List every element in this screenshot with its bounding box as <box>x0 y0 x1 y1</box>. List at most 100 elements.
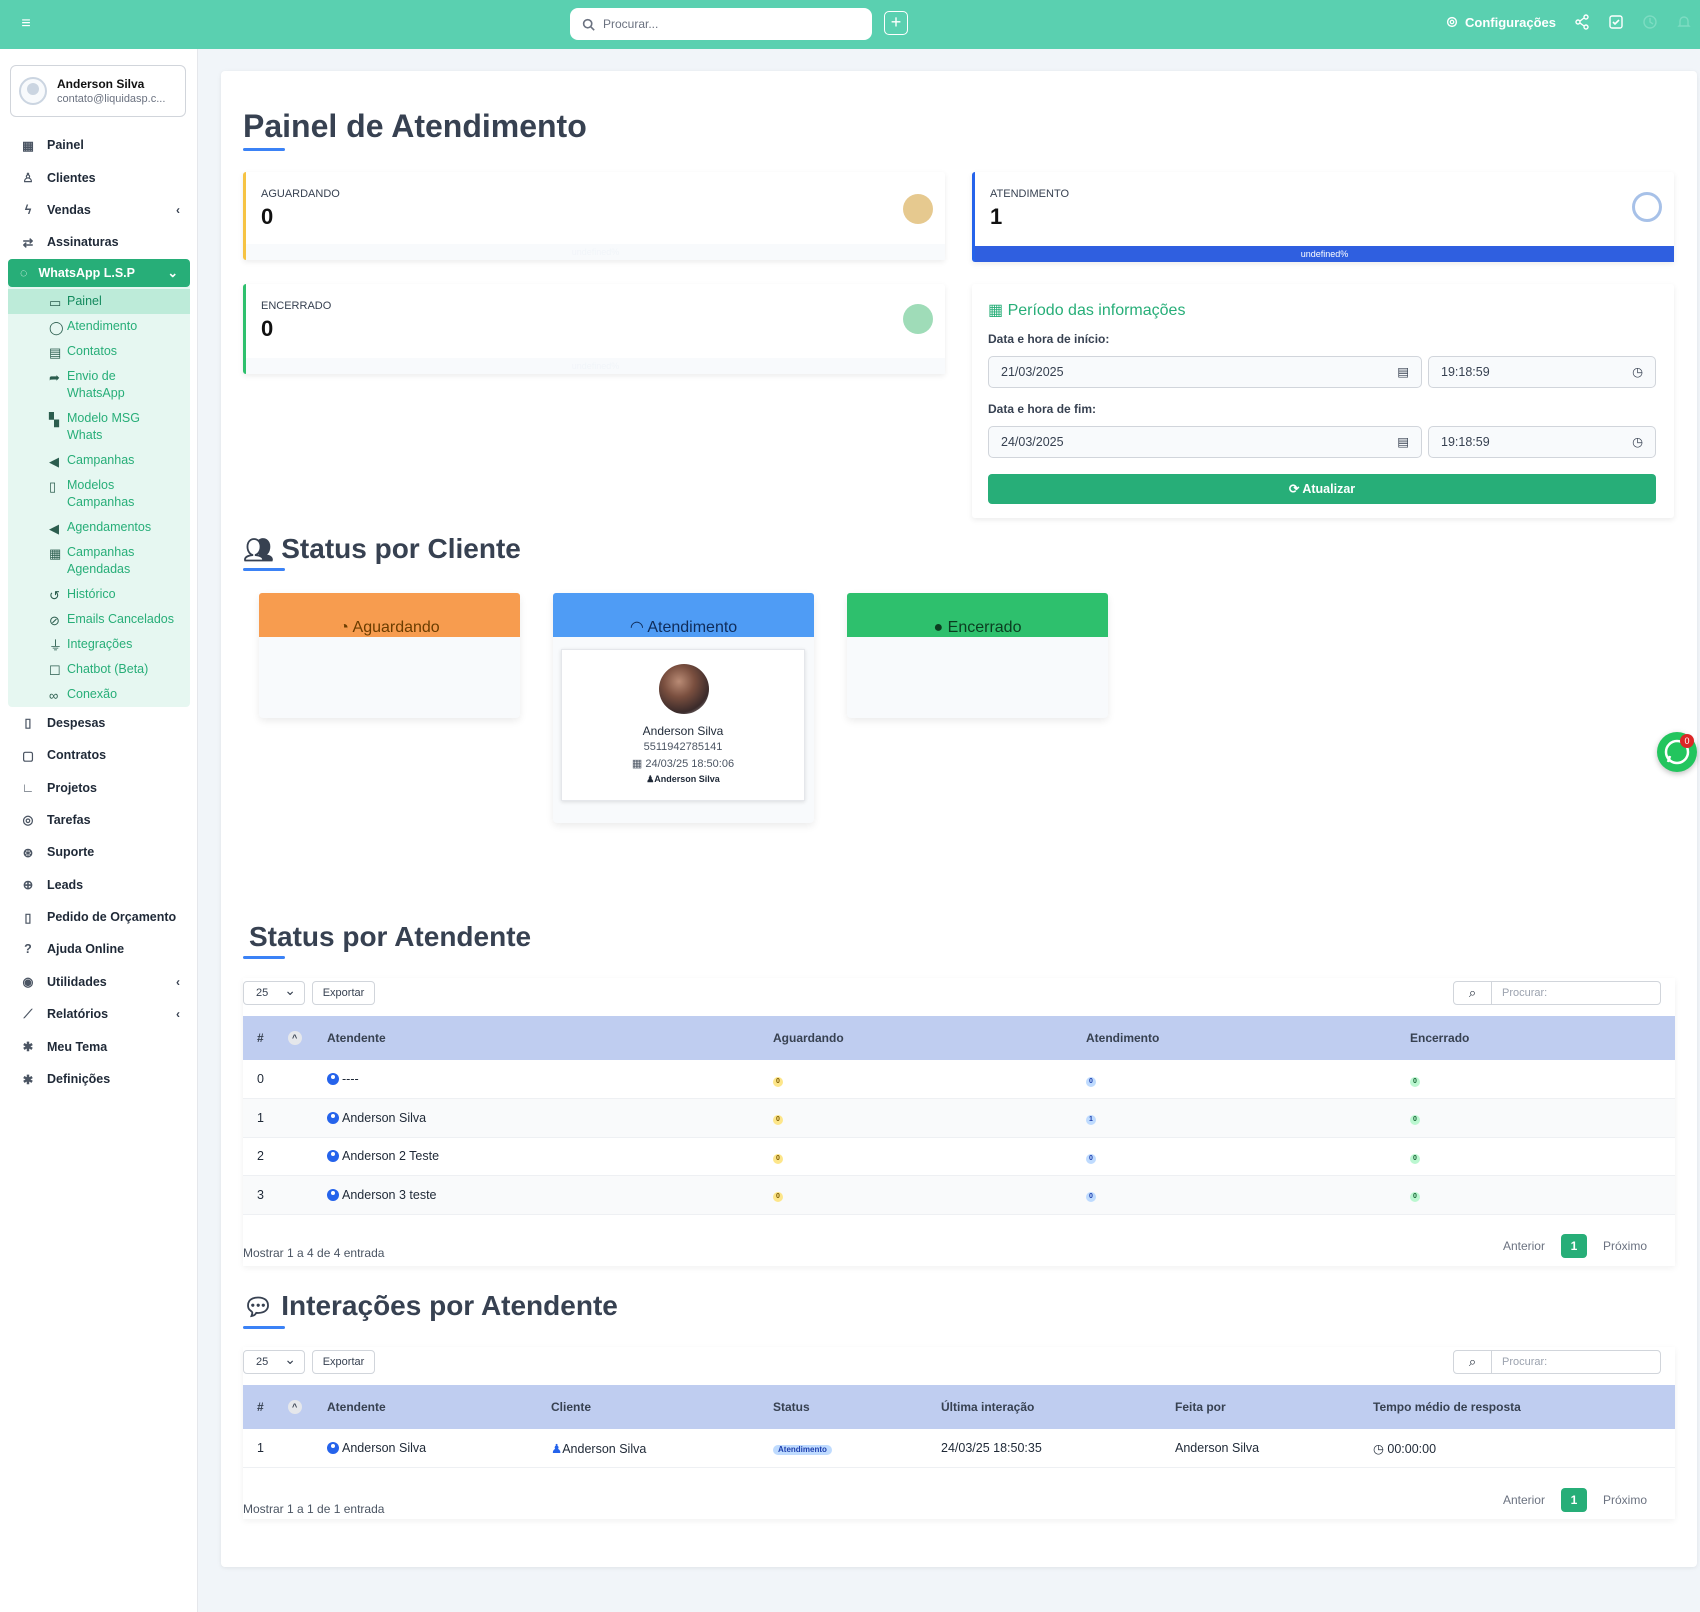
sidebar-subitem-modelos-campanhas[interactable]: ▯ Modelos Campanhas <box>8 473 190 515</box>
sidebar-item-tarefas[interactable]: ◎ Tarefas <box>0 804 198 836</box>
sidebar-item-leads[interactable]: ⊕ Leads <box>0 869 198 901</box>
sidebar-item-vendas[interactable]: ϟ Vendas ‹ <box>0 194 198 226</box>
start-date-input[interactable]: 21/03/2025 ▤ <box>988 356 1422 388</box>
client-card[interactable]: Anderson Silva 5511942785141 ▦ 24/03/25 … <box>561 649 805 801</box>
col-header-num[interactable]: # ^ <box>243 1016 313 1060</box>
table-search-input[interactable]: ⌕ Procurar: <box>1453 1350 1661 1374</box>
col-header-tempo[interactable]: Tempo médio de resposta <box>1359 1385 1675 1429</box>
clock-icon[interactable]: ◷ <box>1632 357 1643 387</box>
status-badge: Atendimento <box>773 1445 832 1455</box>
title-underline <box>243 1326 285 1329</box>
end-date-input[interactable]: 24/03/2025 ▤ <box>988 426 1422 458</box>
col-header-aguardando[interactable]: Aguardando <box>759 1016 1072 1060</box>
search-icon[interactable]: ⌕ <box>1454 982 1492 1004</box>
prev-page-button[interactable]: Anterior <box>1503 1493 1545 1507</box>
end-time-value: 19:18:59 <box>1441 435 1490 449</box>
sidebar-item-pedido[interactable]: ▯ Pedido de Orçamento <box>0 901 198 933</box>
sidebar-item-assinaturas[interactable]: ⇄ Assinaturas <box>0 226 198 258</box>
sidebar-subitem-historico[interactable]: ↺ Histórico <box>8 582 190 607</box>
sidebar-item-utilidades[interactable]: ◉ Utilidades ‹ <box>0 966 198 998</box>
search-icon[interactable]: ⌕ <box>1454 1351 1492 1373</box>
sidebar-subitem-conexao[interactable]: ∞ Conexão <box>8 682 190 707</box>
prev-page-button[interactable]: Anterior <box>1503 1239 1545 1253</box>
sidebar-item-relatorios[interactable]: ⟋ Relatórios ‹ <box>0 998 198 1030</box>
sidebar-subitem-agendamentos[interactable]: ◀ Agendamentos <box>8 515 190 540</box>
global-search-input[interactable]: Procurar... <box>570 8 872 40</box>
update-button[interactable]: ⟳ Atualizar <box>988 474 1656 504</box>
col-header-atendente[interactable]: Atendente <box>313 1016 759 1060</box>
search-placeholder: Procurar: <box>1502 987 1548 999</box>
add-new-button[interactable]: + <box>884 11 908 35</box>
sidebar-item-definicoes[interactable]: ✱ Definições <box>0 1063 198 1095</box>
hamburger-menu-icon[interactable]: ≡ <box>16 14 36 34</box>
clock-icon <box>903 194 933 224</box>
lifebuoy-icon: ⊛ <box>22 845 34 860</box>
sidebar-item-label: Clientes <box>47 170 96 185</box>
col-header-status[interactable]: Status <box>759 1385 927 1429</box>
col-header-encerrado[interactable]: Encerrado <box>1396 1016 1675 1060</box>
sidebar-subitem-campanhas-agendadas[interactable]: ▦ Campanhas Agendadas <box>8 540 190 582</box>
sidebar-subitem-contatos[interactable]: ▤ Contatos <box>8 339 190 364</box>
count-badge: 1 <box>1086 1115 1096 1126</box>
sidebar-item-whatsapp[interactable]: ◌ WhatsApp L.S.P ⌄ <box>8 258 190 287</box>
sidebar-subitem-envio[interactable]: ➦ Envio de WhatsApp <box>8 364 190 406</box>
table-search-input[interactable]: ⌕ Procurar: <box>1453 981 1661 1005</box>
next-page-button[interactable]: Próximo <box>1603 1493 1647 1507</box>
sidebar-subitem-integracoes[interactable]: ⏚ Integrações <box>8 632 190 657</box>
col-header-feita-por[interactable]: Feita por <box>1161 1385 1359 1429</box>
sidebar-subitem-modelo-msg[interactable]: ▚ Modelo MSG Whats <box>8 406 190 448</box>
col-header-atendimento[interactable]: Atendimento <box>1072 1016 1396 1060</box>
sidebar-item-clientes[interactable]: ♙ Clientes <box>0 161 198 193</box>
sidebar-item-suporte[interactable]: ⊛ Suporte <box>0 836 198 868</box>
col-header-cliente[interactable]: Cliente <box>537 1385 759 1429</box>
bell-icon[interactable] <box>1676 14 1692 30</box>
clock-icon[interactable] <box>1642 14 1658 30</box>
section-title-text: Interações por Atendente <box>281 1290 618 1321</box>
share-icon[interactable] <box>1574 14 1590 30</box>
sidebar-subitem-painel[interactable]: ▭ Painel <box>8 288 190 314</box>
checkbox-icon[interactable] <box>1608 14 1624 30</box>
export-button[interactable]: Exportar <box>312 981 375 1005</box>
col-header-ultima[interactable]: Última interação <box>927 1385 1161 1429</box>
sidebar-item-projetos[interactable]: ∟ Projetos <box>0 771 198 803</box>
start-time-input[interactable]: 19:18:59 ◷ <box>1428 356 1656 388</box>
bolt-icon: ϟ <box>24 202 32 217</box>
repeat-icon: ⇄ <box>22 235 34 250</box>
count-badge: 0 <box>1410 1076 1420 1087</box>
history-icon: ↺ <box>49 587 60 603</box>
cell-cliente: ♟Anderson Silva <box>537 1429 759 1468</box>
headset-icon: ◠ <box>629 619 648 636</box>
col-header-atendente[interactable]: Atendente <box>313 1385 537 1429</box>
sidebar-item-contratos[interactable]: ▢ Contratos <box>0 739 198 771</box>
next-page-button[interactable]: Próximo <box>1603 1239 1647 1253</box>
calendar-icon[interactable]: ▤ <box>1397 427 1409 457</box>
sort-up-icon[interactable]: ^ <box>287 1031 302 1045</box>
sidebar-subitem-campanhas[interactable]: ◀ Campanhas <box>8 448 190 473</box>
sidebar-subitem-chatbot[interactable]: ☐ Chatbot (Beta) <box>8 657 190 682</box>
sidebar-item-ajuda[interactable]: ? Ajuda Online <box>0 933 198 965</box>
user-card[interactable]: Anderson Silva contato@liquidasp.c... <box>10 65 186 117</box>
cell-tempo: ◷ 00:00:00 <box>1359 1429 1675 1468</box>
atendente-name: Anderson 2 Teste <box>342 1149 440 1164</box>
col-header-num[interactable]: # ^ <box>243 1385 313 1429</box>
end-time-input[interactable]: 19:18:59 ◷ <box>1428 426 1656 458</box>
interacoes-table: # ^ Atendente Cliente Status Última inter… <box>243 1385 1675 1468</box>
page-size-select[interactable]: 25 <box>243 1348 305 1374</box>
sidebar-item-painel[interactable]: ▦ Painel <box>0 129 198 161</box>
page-size-select[interactable]: 25 <box>243 979 305 1005</box>
sidebar-item-meu-tema[interactable]: ✱ Meu Tema <box>0 1030 198 1062</box>
page-button-1[interactable]: 1 <box>1560 1488 1587 1512</box>
clock-icon: ◔ <box>339 619 353 636</box>
calendar-icon[interactable]: ▤ <box>1397 357 1409 387</box>
page-button-1[interactable]: 1 <box>1560 1234 1587 1258</box>
users-icon: 👥︎ <box>243 537 274 564</box>
gear-icon <box>1446 16 1458 28</box>
sidebar-subitem-atendimento[interactable]: ◯ Atendimento <box>8 314 190 339</box>
end-date-value: 24/03/2025 <box>1001 435 1064 449</box>
sort-up-icon[interactable]: ^ <box>287 1400 302 1414</box>
export-button[interactable]: Exportar <box>312 1350 375 1374</box>
settings-button[interactable]: Configurações <box>1445 15 1556 30</box>
sidebar-subitem-emails-cancelados[interactable]: ⊘ Emails Cancelados <box>8 607 190 632</box>
clock-icon[interactable]: ◷ <box>1632 427 1643 457</box>
sidebar-item-despesas[interactable]: ▯ Despesas <box>0 707 198 739</box>
